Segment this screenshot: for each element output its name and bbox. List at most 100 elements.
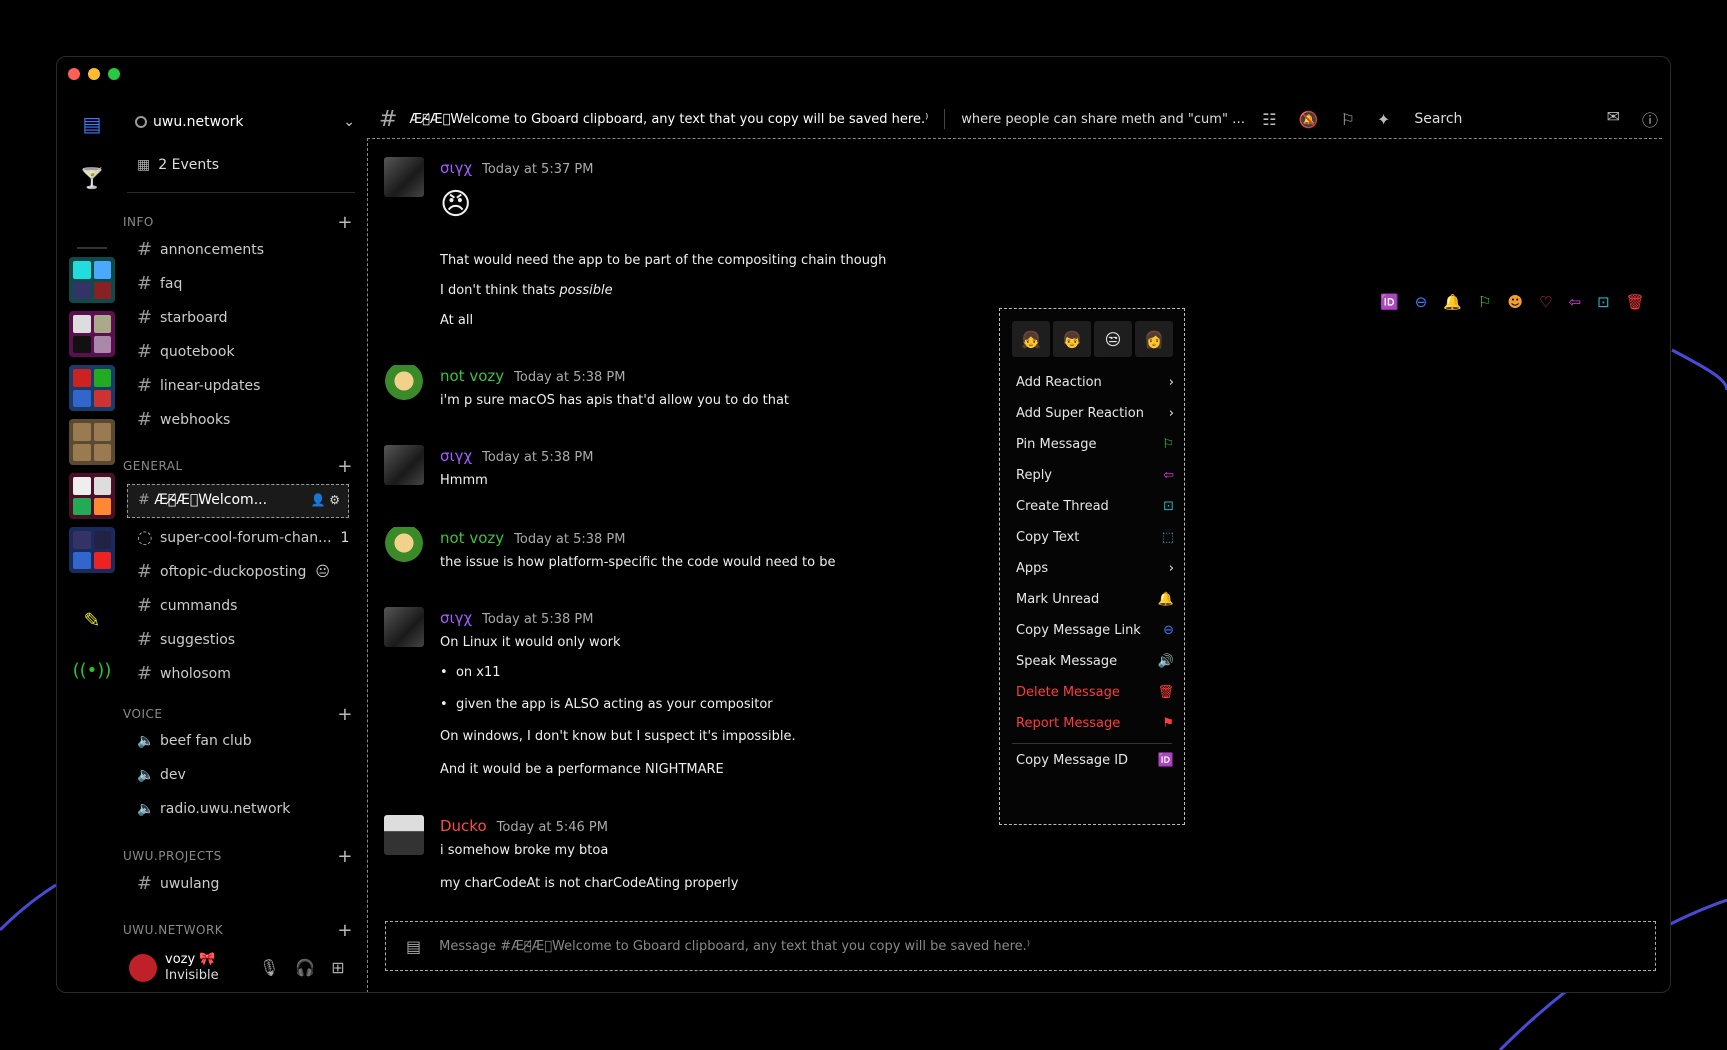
close-window-button[interactable] <box>68 68 80 80</box>
channel-item[interactable]: # uwulang <box>137 873 347 894</box>
category-uwu-network[interactable]: UWU.NETWORK + <box>123 920 353 941</box>
avatar[interactable] <box>384 815 424 855</box>
bookmark-icon[interactable]: ⚐ <box>1341 110 1355 129</box>
menu-item[interactable]: Delete Message 🗑 <box>1016 685 1174 700</box>
voice-channel-item[interactable]: 🔈 radio.uwu.network <box>137 801 347 817</box>
author-name[interactable]: Ducko <box>440 817 487 835</box>
channel-item[interactable]: # faq <box>137 273 347 294</box>
add-member-icon[interactable]: 👤 <box>310 493 325 507</box>
mute-icon[interactable]: 🎙 <box>259 958 279 977</box>
members-icon[interactable]: ✦ <box>1377 110 1390 129</box>
minimize-window-button[interactable] <box>88 68 100 80</box>
voice-channel-item[interactable]: 🔈 dev <box>137 767 347 783</box>
headphones-icon[interactable]: 🎧 <box>295 958 315 977</box>
menu-item[interactable]: Copy Message Link ⊖ <box>1016 623 1174 638</box>
channel-label: beef fan club <box>160 733 252 749</box>
direct-messages-icon[interactable]: ▤ <box>69 101 115 147</box>
reply-icon[interactable]: ⇦ <box>1569 293 1582 311</box>
list-item: • given the app is ALSO acting as your c… <box>440 697 773 712</box>
server-folder-2[interactable] <box>69 311 115 357</box>
menu-item[interactable]: Report Message ⚑ <box>1016 716 1174 731</box>
server-folder-6[interactable] <box>69 527 115 573</box>
avatar[interactable] <box>384 445 424 485</box>
channel-item[interactable]: # suggestios <box>137 629 347 650</box>
category-uwu-projects[interactable]: UWU.PROJECTS + <box>123 846 353 867</box>
channel-item[interactable]: # wholosom <box>137 663 347 684</box>
menu-item[interactable]: Pin Message ⚐ <box>1016 437 1174 452</box>
menu-item[interactable]: Apps › <box>1016 561 1174 576</box>
menu-item[interactable]: Reply ⇦ <box>1016 468 1174 483</box>
maximize-window-button[interactable] <box>108 68 120 80</box>
avatar[interactable] <box>384 157 424 197</box>
channel-topic[interactable]: where people can share meth and "cum" to… <box>961 112 1246 127</box>
menu-item[interactable]: Mark Unread 🔔 <box>1016 592 1174 607</box>
author-name[interactable]: not vozy <box>440 529 504 547</box>
category-general[interactable]: GENERAL + <box>123 456 353 477</box>
reaction-emoji-1[interactable]: 👧 <box>1012 321 1050 357</box>
channel-item[interactable]: # webhooks <box>137 409 347 430</box>
menu-item[interactable]: Copy Text ⬚ <box>1016 530 1174 545</box>
bookmark-icon[interactable]: ⚐ <box>1478 293 1491 311</box>
server-folder-5[interactable] <box>69 473 115 519</box>
add-channel-icon[interactable]: + <box>337 456 353 477</box>
edit-icon[interactable]: ✎ <box>69 597 115 643</box>
category-voice[interactable]: VOICE + <box>123 704 353 725</box>
user-panel[interactable]: vozy 🎀 Invisible 🎙 🎧 ⊞ <box>129 952 359 992</box>
trash-icon[interactable]: 🗑 <box>1626 293 1645 311</box>
server-folder-4[interactable] <box>69 419 115 465</box>
help-icon[interactable]: ⓘ <box>1642 107 1658 131</box>
add-channel-icon[interactable]: + <box>337 920 353 941</box>
message-input[interactable]: Message #Æ⃝̸̵̴Æ⃝Welcome to Gboard clipbo… <box>439 939 1030 954</box>
menu-item[interactable]: Create Thread ⊡ <box>1016 499 1174 514</box>
channel-item[interactable]: # quotebook <box>137 341 347 362</box>
menu-item[interactable]: Speak Message 🔊 <box>1016 654 1174 669</box>
menu-item[interactable]: Add Reaction › <box>1016 375 1174 390</box>
avatar[interactable] <box>129 954 157 982</box>
threads-icon[interactable]: ☷ <box>1262 110 1276 129</box>
menu-item[interactable]: Copy Message ID 🆔 <box>1016 753 1174 768</box>
channel-item[interactable]: # annoncements <box>137 239 347 260</box>
settings-grid-icon[interactable]: ⊞ <box>331 958 344 977</box>
active-channel[interactable]: # Æ⃝̸̵̴Æ⃝Welcom... 👤 ⚙ <box>127 484 349 518</box>
reaction-emoji-3[interactable]: 😒 <box>1094 321 1132 357</box>
add-channel-icon[interactable]: + <box>337 212 353 233</box>
add-channel-icon[interactable]: + <box>337 704 353 725</box>
author-name[interactable]: not vozy <box>440 367 504 385</box>
emoji-icon[interactable]: ☻ <box>1507 293 1523 311</box>
add-channel-icon[interactable]: + <box>337 846 353 867</box>
attach-icon[interactable]: ▤ <box>406 937 421 956</box>
channel-item[interactable]: # linear-updates <box>137 375 347 396</box>
notification-mute-icon[interactable]: 🔕 <box>1299 110 1319 129</box>
events-link[interactable]: ▦ 2 Events <box>137 157 219 173</box>
voice-channel-item[interactable]: 🔈 beef fan club <box>137 733 347 749</box>
heart-icon[interactable]: ♡ <box>1539 293 1552 311</box>
message-composer[interactable]: ▤ Message #Æ⃝̸̵̴Æ⃝Welcome to Gboard clip… <box>385 921 1656 971</box>
avatar[interactable] <box>384 607 424 647</box>
link-icon[interactable]: ⊖ <box>1415 293 1428 311</box>
broadcast-icon[interactable]: ((•)) <box>69 647 115 693</box>
server-folder-1[interactable] <box>69 257 115 303</box>
channel-item[interactable]: # starboard <box>137 307 347 328</box>
channel-item[interactable]: # cummands <box>137 595 347 616</box>
reaction-emoji-4[interactable]: 👩 <box>1135 321 1173 357</box>
id-icon[interactable]: 🆔 <box>1380 293 1399 311</box>
avatar[interactable] <box>384 365 424 405</box>
server-header[interactable]: uwu.network ⌄ <box>135 107 355 137</box>
category-info[interactable]: INFO + <box>123 212 353 233</box>
author-name[interactable]: σιγχ <box>440 447 472 465</box>
search-input[interactable]: Search <box>1414 111 1462 127</box>
thread-icon[interactable]: ⊡ <box>1597 293 1610 311</box>
reaction-emoji-2[interactable]: 👦 <box>1053 321 1091 357</box>
channel-item[interactable]: # oftopic-duckoposting 😐 <box>137 561 347 582</box>
cocktail-icon[interactable]: 🍸 <box>69 155 115 201</box>
inbox-icon[interactable]: ✉ <box>1607 107 1620 131</box>
channel-label: starboard <box>160 309 228 326</box>
menu-item[interactable]: Add Super Reaction › <box>1016 406 1174 421</box>
avatar[interactable] <box>384 527 424 567</box>
server-folder-3[interactable] <box>69 365 115 411</box>
gear-icon[interactable]: ⚙ <box>329 493 340 507</box>
author-name[interactable]: σιγχ <box>440 159 472 177</box>
author-name[interactable]: σιγχ <box>440 609 472 627</box>
bell-icon[interactable]: 🔔 <box>1443 293 1462 311</box>
forum-channel-item[interactable]: ◌ super-cool-forum-chan... 1 <box>137 527 349 548</box>
